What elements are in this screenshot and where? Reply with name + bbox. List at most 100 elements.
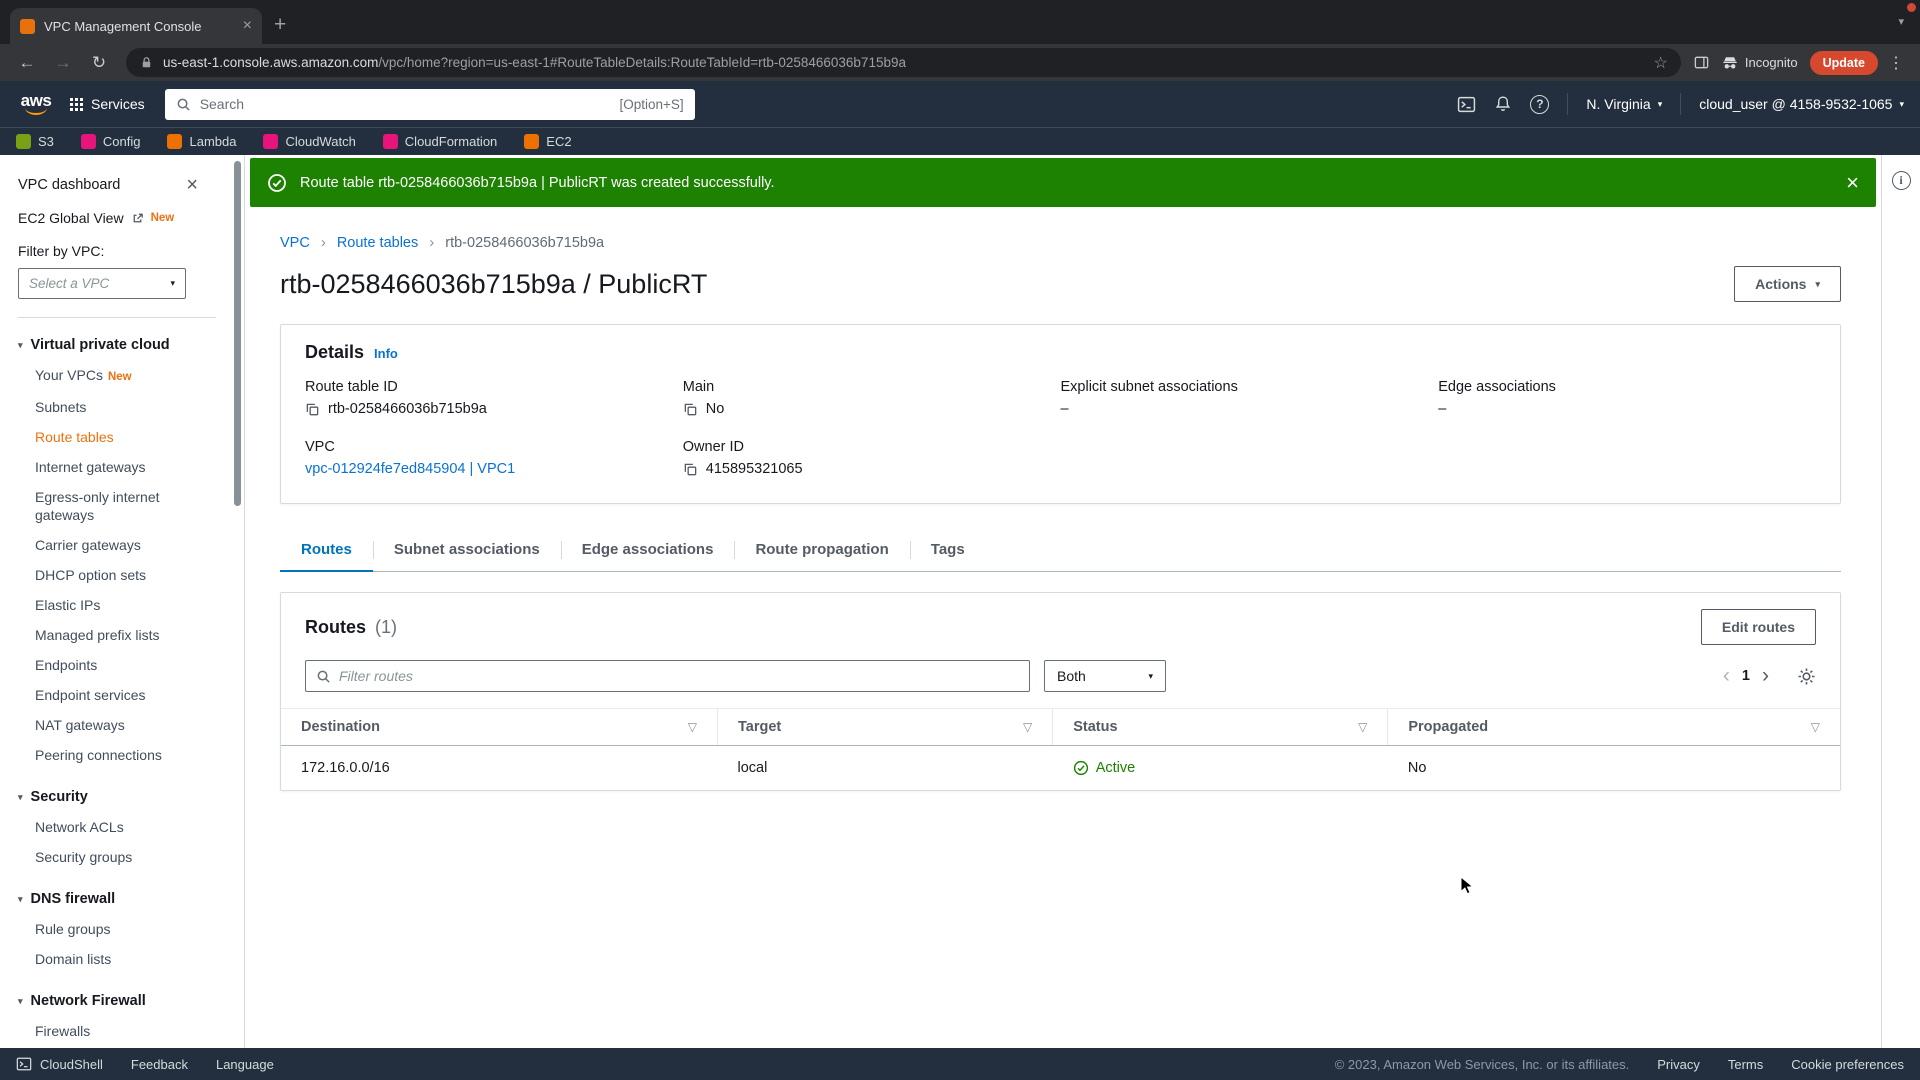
sidebar-item-security-groups[interactable]: Security groups — [18, 842, 244, 872]
favorite-lambda[interactable]: Lambda — [167, 134, 236, 149]
footer-cookie-preferences[interactable]: Cookie preferences — [1791, 1057, 1904, 1072]
owner-id-value: 415895321065 — [705, 461, 803, 477]
tools-rail: i — [1881, 155, 1920, 1048]
cloudshell-icon[interactable] — [1457, 95, 1476, 114]
section-title[interactable]: ▾ Network Firewall — [18, 993, 244, 1009]
footer-terms[interactable]: Terms — [1728, 1057, 1763, 1072]
breadcrumb-vpc[interactable]: VPC — [280, 235, 310, 251]
breadcrumb-separator: › — [320, 234, 326, 251]
favorite-cloudformation[interactable]: CloudFormation — [382, 134, 497, 149]
favorite-cloudwatch[interactable]: CloudWatch — [263, 134, 356, 149]
edit-routes-button[interactable]: Edit routes — [1700, 609, 1816, 645]
sidebar-item-internet-gateways[interactable]: Internet gateways — [18, 452, 244, 482]
services-menu-button[interactable]: Services — [62, 96, 159, 112]
help-icon[interactable]: ? — [1530, 94, 1550, 114]
region-selector[interactable]: N. Virginia ▾ — [1586, 96, 1662, 112]
side-panel-icon[interactable] — [1693, 54, 1710, 71]
tab-subnet-associations[interactable]: Subnet associations — [372, 531, 561, 572]
sidebar-item-peering-connections[interactable]: Peering connections — [18, 740, 244, 770]
sidebar-item-network-acls[interactable]: Network ACLs — [18, 812, 244, 842]
vpc-dashboard-link[interactable]: VPC dashboard — [18, 177, 120, 193]
browser-menu-icon[interactable]: ⋮ — [1884, 53, 1908, 73]
routes-filter[interactable] — [305, 660, 1030, 692]
breadcrumb-route-tables[interactable]: Route tables — [337, 235, 418, 251]
next-page-icon[interactable]: › — [1762, 664, 1769, 688]
sidebar-item-egress-only-internet-gateways[interactable]: Egress-only internet gateways — [18, 482, 244, 530]
copy-icon[interactable] — [305, 402, 320, 417]
section-title[interactable]: ▾ Virtual private cloud — [18, 337, 244, 353]
routes-count: (1) — [375, 616, 398, 637]
previous-page-icon[interactable]: ‹ — [1723, 664, 1730, 688]
routes-filter-input[interactable] — [339, 668, 1019, 684]
sidebar-item-subnets[interactable]: Subnets — [18, 392, 244, 422]
footer-cloudshell[interactable]: CloudShell — [16, 1056, 103, 1072]
sidebar-item-managed-prefix-lists[interactable]: Managed prefix lists — [18, 620, 244, 650]
favorite-s3[interactable]: S3 — [16, 134, 54, 149]
settings-gear-icon[interactable] — [1797, 667, 1816, 686]
filter-destination-icon[interactable]: ▽ — [688, 720, 697, 734]
filter-target-icon[interactable]: ▽ — [1023, 720, 1032, 734]
browser-tab-bar: VPC Management Console × + ▾ — [0, 0, 1920, 44]
ec2-global-view-link[interactable]: EC2 Global View New — [18, 210, 244, 226]
sidebar-item-domain-lists[interactable]: Domain lists — [18, 944, 244, 974]
section-title[interactable]: ▾ Security — [18, 789, 244, 805]
sidebar-item-firewall-policies[interactable]: Firewall policies — [18, 1046, 244, 1048]
sidebar-item-dhcp-option-sets[interactable]: DHCP option sets — [18, 560, 244, 590]
section-caret-icon: ▾ — [18, 893, 23, 904]
vpc-link[interactable]: vpc-012924fe7ed845904 | VPC1 — [305, 461, 515, 477]
column-target: Target — [738, 719, 782, 735]
sidebar-scrollbar[interactable] — [234, 161, 241, 506]
back-button[interactable]: ← — [12, 53, 42, 73]
sidebar-close-icon[interactable]: × — [186, 175, 198, 195]
window-chevron-icon[interactable]: ▾ — [1898, 15, 1904, 28]
new-tab-button[interactable]: + — [274, 13, 286, 37]
browser-tab[interactable]: VPC Management Console × — [10, 8, 262, 44]
footer-feedback[interactable]: Feedback — [131, 1057, 188, 1072]
favorite-ec2[interactable]: EC2 — [524, 134, 572, 149]
footer-language[interactable]: Language — [216, 1057, 274, 1072]
tab-edge-associations[interactable]: Edge associations — [560, 531, 735, 572]
aws-logo[interactable]: aws — [16, 90, 56, 115]
footer-privacy[interactable]: Privacy — [1657, 1057, 1700, 1072]
section-title[interactable]: ▾ DNS firewall — [18, 891, 244, 907]
banner-close-icon[interactable]: × — [1846, 171, 1859, 194]
copy-icon[interactable] — [683, 462, 698, 477]
url-bar[interactable]: us-east-1.console.aws.amazon.com/vpc/hom… — [126, 48, 1681, 77]
update-button[interactable]: Update — [1809, 50, 1878, 75]
sidebar-item-nat-gateways[interactable]: NAT gateways — [18, 710, 244, 740]
services-grid-icon — [70, 97, 83, 111]
filter-status-icon[interactable]: ▽ — [1358, 720, 1367, 734]
sidebar-item-endpoints[interactable]: Endpoints — [18, 650, 244, 680]
favorite-config[interactable]: Config — [80, 134, 140, 149]
console-search[interactable]: [Option+S] — [164, 88, 695, 120]
tab-routes[interactable]: Routes — [280, 531, 373, 572]
info-link[interactable]: Info — [374, 346, 398, 361]
forward-button[interactable]: → — [48, 53, 78, 73]
reload-button[interactable]: ↻ — [84, 53, 114, 73]
tab-route-propagation[interactable]: Route propagation — [734, 531, 909, 572]
scope-select[interactable]: Both ▾ — [1044, 660, 1166, 692]
vpc-sidebar: VPC dashboard × EC2 Global View New Filt… — [0, 155, 245, 1048]
tab-tags[interactable]: Tags — [909, 531, 986, 572]
sidebar-item-your-vpcs[interactable]: Your VPCs New — [18, 360, 244, 392]
aws-logo-text: aws — [20, 90, 52, 110]
favorites-bar: S3 Config Lambda CloudWatch CloudFormati… — [0, 127, 1920, 155]
info-panel-icon[interactable]: i — [1891, 171, 1911, 190]
sidebar-item-endpoint-services[interactable]: Endpoint services — [18, 680, 244, 710]
vpc-filter-select[interactable]: Select a VPC ▾ — [18, 268, 186, 299]
sidebar-item-carrier-gateways[interactable]: Carrier gateways — [18, 530, 244, 560]
search-input[interactable] — [199, 96, 611, 112]
table-row[interactable]: 172.16.0.0/16 local Active No — [281, 746, 1840, 791]
sidebar-item-route-tables[interactable]: Route tables — [18, 422, 244, 452]
copy-icon[interactable] — [683, 402, 698, 417]
page-number[interactable]: 1 — [1742, 668, 1750, 684]
actions-button[interactable]: Actions ▾ — [1734, 266, 1841, 302]
sidebar-item-firewalls[interactable]: Firewalls — [18, 1016, 244, 1046]
sidebar-item-elastic-ips[interactable]: Elastic IPs — [18, 590, 244, 620]
notifications-bell-icon[interactable] — [1494, 95, 1512, 113]
account-menu[interactable]: cloud_user @ 4158-9532-1065 ▾ — [1699, 96, 1904, 112]
tab-close-icon[interactable]: × — [243, 18, 252, 34]
filter-propagated-icon[interactable]: ▽ — [1811, 720, 1820, 734]
sidebar-item-rule-groups[interactable]: Rule groups — [18, 914, 244, 944]
bookmark-star-icon[interactable]: ☆ — [1654, 53, 1668, 73]
